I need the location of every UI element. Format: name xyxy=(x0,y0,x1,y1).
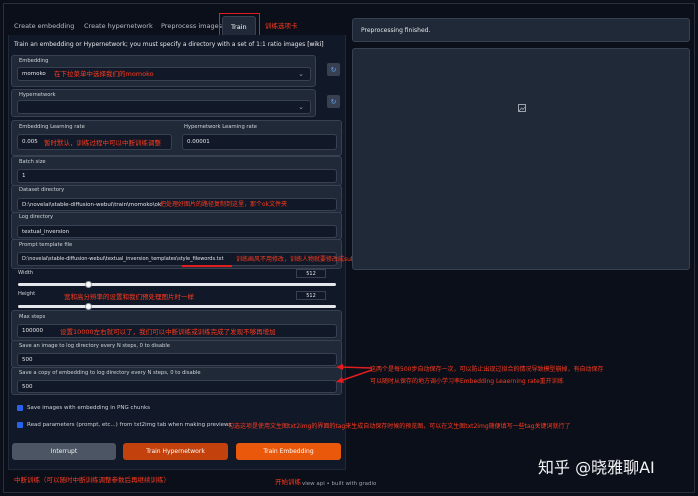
height-label: Height xyxy=(18,291,36,297)
chevron-down-icon: ⌄ xyxy=(298,70,304,78)
status-box: Preprocessing finished. xyxy=(352,18,690,42)
log-dir-label: Log directory xyxy=(19,214,54,220)
batch-size-block: Batch size 1 xyxy=(11,156,342,186)
annotation-checkbox: 勾选这项是使用文生图txt2img的界面的tag来生成自动保存时候的预览图，可以… xyxy=(228,423,571,430)
annotation-save-n: 这两个是每500步自动保存一次，可以防止出现过拟合的情况导致模型崩掉，有自动保存 xyxy=(370,366,604,373)
hypernetwork-lr-input[interactable]: 0.00001 xyxy=(182,134,337,150)
chevron-down-icon: ⌄ xyxy=(298,103,304,111)
watermark: 知乎 @晓雅聊AI xyxy=(538,458,655,477)
read-params-label: Read parameters (prompt, etc...) from tx… xyxy=(27,422,232,428)
interrupt-button[interactable]: Interrupt xyxy=(12,443,116,460)
embedding-lr-label: Embedding Learning rate xyxy=(19,124,85,130)
annotation-train: 开始训练 xyxy=(275,478,301,486)
annotation-save-n-2: 可以随时从保存的地方调小学习率Embedding Leaerning rate重… xyxy=(370,378,564,385)
height-slider-handle[interactable] xyxy=(84,303,92,310)
tab-create-embedding[interactable]: Create embedding xyxy=(14,16,74,36)
image-placeholder-icon xyxy=(518,104,526,112)
tab-preprocess-images[interactable]: Preprocess images xyxy=(161,16,222,36)
refresh-icon: ↻ xyxy=(330,65,337,74)
refresh-icon: ↻ xyxy=(330,97,337,106)
height-number-input[interactable]: 512 xyxy=(296,291,326,300)
status-text: Preprocessing finished. xyxy=(361,27,431,34)
hypernetwork-label: Hypernetwork xyxy=(19,92,56,98)
width-number-input[interactable]: 512 xyxy=(296,269,326,278)
preview-gallery xyxy=(352,48,690,270)
annotation-embedding: 在下拉菜单中选择我们的momoko xyxy=(54,70,154,78)
width-slider-handle[interactable] xyxy=(84,281,92,288)
save-image-label: Save an image to log directory every N s… xyxy=(19,343,170,349)
annotation-interrupt: 中断训练（可以随时中断训练调整参数后再继续训练） xyxy=(14,476,170,484)
hypernetwork-lr-label: Hypernetwork Learning rate xyxy=(184,124,257,130)
log-dir-block: Log directory textual_inversion xyxy=(11,212,342,240)
save-image-block: Save an image to log directory every N s… xyxy=(11,340,342,368)
wiki-link[interactable]: [wiki] xyxy=(307,41,323,48)
log-dir-input[interactable]: textual_inversion xyxy=(17,225,337,238)
save-image-input[interactable]: 500 xyxy=(17,353,337,366)
width-slider[interactable] xyxy=(18,283,336,286)
embedding-refresh-button[interactable]: ↻ xyxy=(327,63,340,76)
save-embedding-input[interactable]: 500 xyxy=(17,380,337,393)
train-description: Train an embedding or Hypernetwork; you … xyxy=(14,41,324,48)
max-steps-label: Max steps xyxy=(19,314,46,320)
prompt-template-label: Prompt template file xyxy=(19,242,73,248)
hypernetwork-block: Hypernetwork ⌄ xyxy=(11,89,316,117)
read-params-checkbox[interactable] xyxy=(17,422,23,428)
width-label: Width xyxy=(18,270,34,276)
height-slider[interactable] xyxy=(18,305,336,308)
hypernetwork-refresh-button[interactable]: ↻ xyxy=(327,95,340,108)
annotation-train-tab: 训练选项卡 xyxy=(265,22,298,30)
embedding-label: Embedding xyxy=(19,58,49,64)
annotation-dataset: 把处理好图片的路径复制到这里，那个ok文件夹 xyxy=(160,201,288,208)
batch-size-label: Batch size xyxy=(19,159,46,165)
prompt-template-underline xyxy=(182,265,232,267)
png-chunks-label: Save images with embedding in PNG chunks xyxy=(27,405,150,411)
footer-links[interactable]: view api • built with gradio xyxy=(302,481,376,487)
annotation-steps: 设置10000左右就可以了，我们可以中断训练或训练完成了发现不够再增加 xyxy=(60,328,276,336)
annotation-size: 宽和高分辨率的设置和我们预处理图片时一样 xyxy=(64,293,194,301)
train-hypernetwork-button[interactable]: Train Hypernetwork xyxy=(123,443,228,460)
dataset-dir-label: Dataset directory xyxy=(19,187,65,193)
png-chunks-checkbox[interactable] xyxy=(17,405,23,411)
train-tab-highlight xyxy=(219,13,260,37)
hypernetwork-select[interactable]: ⌄ xyxy=(17,100,311,114)
train-embedding-button[interactable]: Train Embedding xyxy=(236,443,341,460)
save-embedding-block: Save a copy of embedding to log director… xyxy=(11,367,342,395)
annotation-arrows xyxy=(336,364,373,383)
annotation-learning-rate: 暂时默认，训练过程中可以中断训练调整 xyxy=(44,139,161,147)
save-embedding-label: Save a copy of embedding to log director… xyxy=(19,370,201,376)
batch-size-input[interactable]: 1 xyxy=(17,169,337,183)
tab-create-hypernetwork[interactable]: Create hypernetwork xyxy=(84,16,153,36)
